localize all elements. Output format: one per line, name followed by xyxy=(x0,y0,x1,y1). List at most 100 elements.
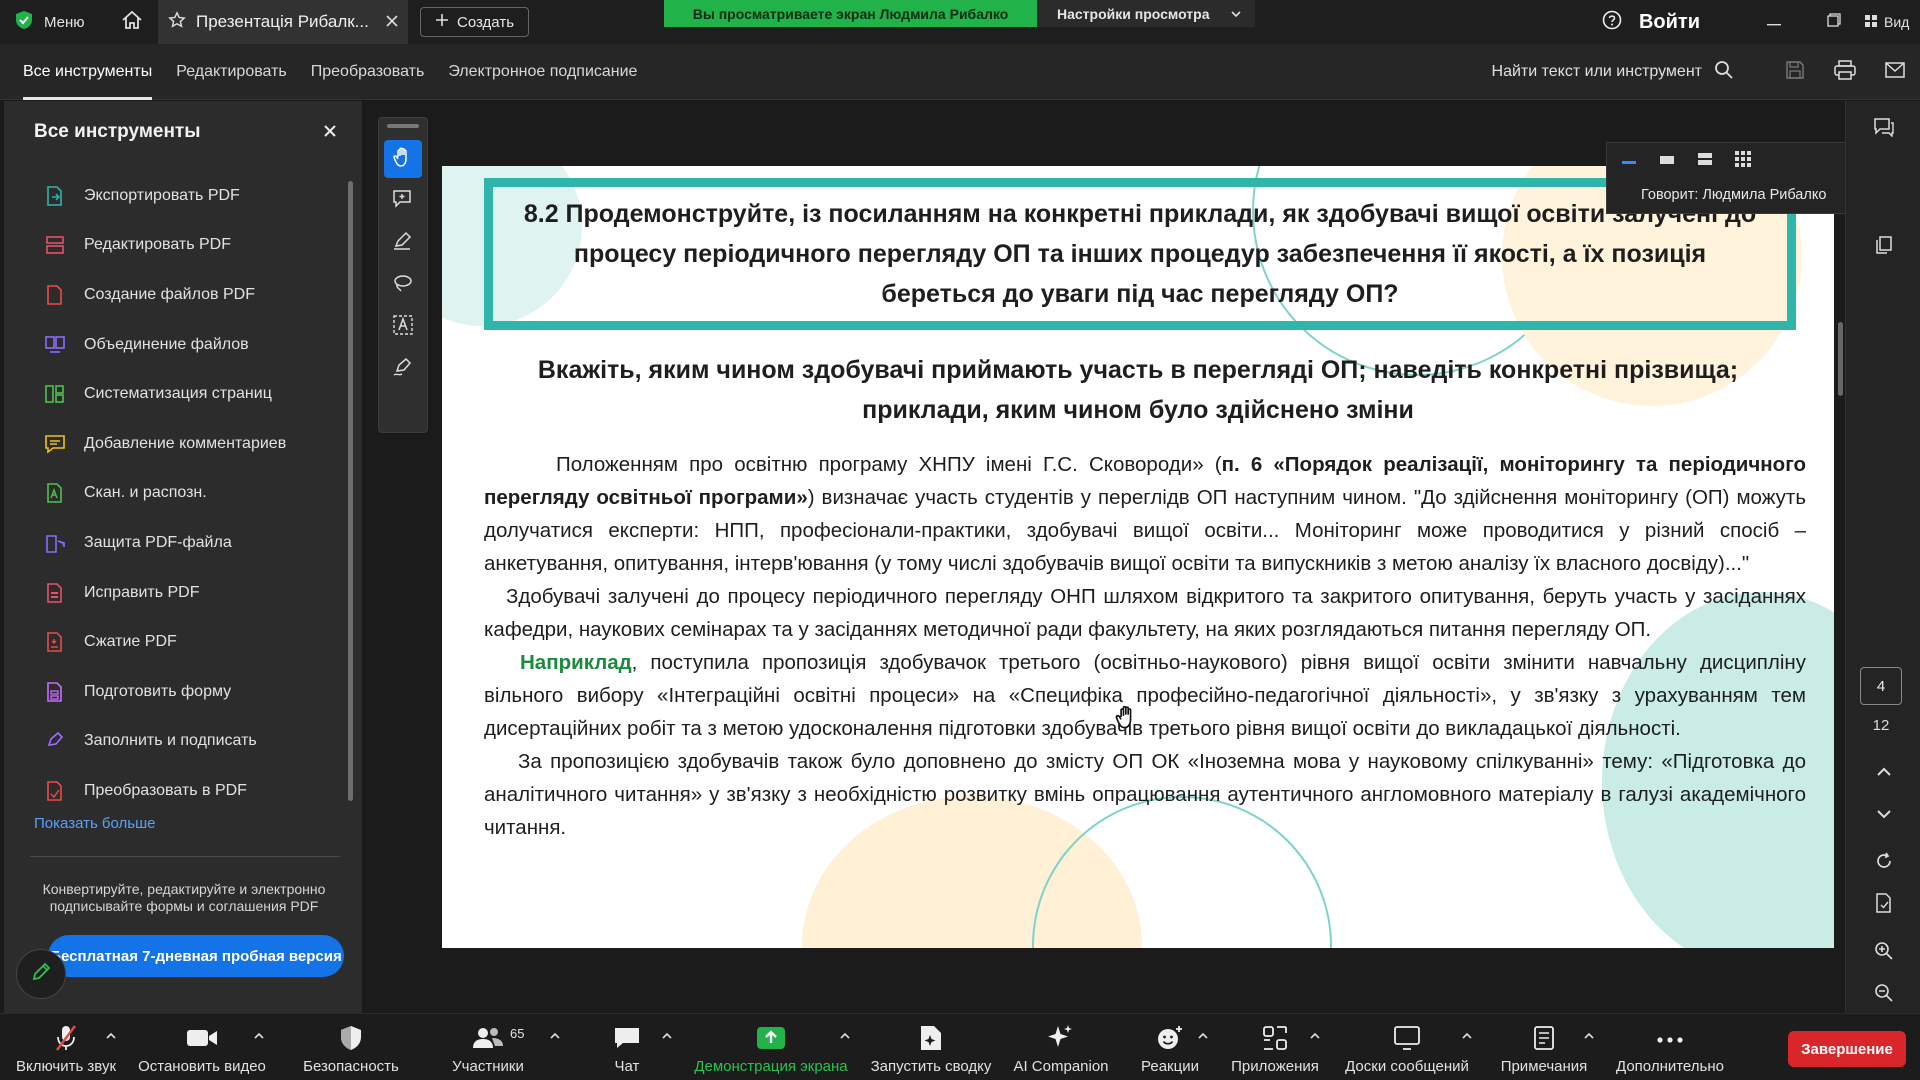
print-icon xyxy=(1834,59,1856,85)
titlebar-right: Войти Вид xyxy=(1597,0,1920,44)
hand-tool-button[interactable] xyxy=(384,140,422,178)
tool-item[interactable]: Исправить PDF xyxy=(44,568,344,618)
participants-button[interactable]: Участники xyxy=(440,1014,536,1080)
pdf-page[interactable]: 8.2 Продемонструйте, із посиланням на ко… xyxy=(442,166,1834,948)
export-page-button[interactable] xyxy=(1864,885,1904,925)
home-icon xyxy=(121,9,143,36)
whiteboards-button[interactable]: Доски сообщений xyxy=(1340,1014,1474,1080)
video-options-caret[interactable] xyxy=(252,1028,266,1042)
share-banner: Вы просматриваете экран Людмила Рибалко … xyxy=(664,0,1255,27)
previous-page-button[interactable] xyxy=(1864,753,1904,793)
view-mode-speaker[interactable] xyxy=(1655,149,1679,173)
view-settings-button[interactable]: Настройки просмотра xyxy=(1037,0,1255,27)
tool-item[interactable]: Сжатие PDF xyxy=(44,617,344,667)
shield-check-icon xyxy=(14,10,34,34)
print-button[interactable] xyxy=(1820,44,1870,100)
participants-label: Участники xyxy=(452,1058,524,1075)
lasso-button[interactable] xyxy=(384,266,422,304)
view-button[interactable]: Вид xyxy=(1864,14,1920,31)
redact-icon xyxy=(44,582,66,604)
tool-item[interactable]: Подготовить форму xyxy=(44,667,344,717)
text-box-button[interactable] xyxy=(384,308,422,346)
email-button[interactable] xyxy=(1870,44,1920,100)
tool-item[interactable]: Систематизация страниц xyxy=(44,369,344,419)
apps-button[interactable]: Приложения xyxy=(1228,1014,1322,1080)
save-button[interactable] xyxy=(1770,44,1820,100)
close-tab-icon[interactable] xyxy=(386,12,398,32)
close-panel-button[interactable] xyxy=(320,123,340,143)
annotate-button[interactable] xyxy=(16,949,66,999)
tool-item[interactable]: Добавление комментариев xyxy=(44,419,344,469)
strip-view-icon xyxy=(1696,151,1714,172)
whiteboards-options-caret[interactable] xyxy=(1460,1028,1474,1042)
meeting-controls-bar: Включить звук Остановить видео Безопасно… xyxy=(0,1013,1920,1080)
ai-companion-button[interactable]: AI Companion xyxy=(1008,1014,1114,1080)
end-meeting-button[interactable]: Завершение xyxy=(1788,1031,1906,1067)
stop-video-button[interactable]: Остановить видео xyxy=(134,1014,270,1080)
tool-item[interactable]: Заполнить и подписать xyxy=(44,717,344,767)
highlight-button[interactable] xyxy=(384,224,422,262)
tool-item[interactable]: Скан. и распозн. xyxy=(44,469,344,519)
tool-item[interactable]: Создание файлов PDF xyxy=(44,270,344,320)
share-screen-button[interactable]: Демонстрация экрана xyxy=(690,1014,852,1080)
more-button[interactable]: Дополнительно xyxy=(1608,1014,1732,1080)
minimize-button[interactable] xyxy=(1744,0,1804,44)
start-summary-button[interactable]: Запустить сводку xyxy=(866,1014,996,1080)
sign-button[interactable] xyxy=(384,350,422,388)
tool-item[interactable]: Редактировать PDF xyxy=(44,221,344,271)
fill-sign-icon xyxy=(44,730,66,752)
document-tab[interactable]: Презентація Рибалк... xyxy=(158,0,408,44)
notes-button[interactable]: Примечания xyxy=(1494,1014,1594,1080)
text-box-icon xyxy=(392,314,414,341)
audio-options-caret[interactable] xyxy=(104,1028,118,1042)
tab-all-tools[interactable]: Все инструменты xyxy=(11,44,164,100)
reactions-options-caret[interactable] xyxy=(1196,1028,1210,1042)
rotate-button[interactable] xyxy=(1864,843,1904,883)
tab-e-sign[interactable]: Электронное подписание xyxy=(436,44,649,100)
tab-edit[interactable]: Редактировать xyxy=(164,44,299,100)
tool-item[interactable]: Объединение файлов xyxy=(44,320,344,370)
share-options-caret[interactable] xyxy=(838,1028,852,1042)
tool-item[interactable]: Экспортировать PDF xyxy=(44,171,344,221)
page-thumbnails-button[interactable] xyxy=(1864,227,1904,267)
tool-item-label: Скан. и распозн. xyxy=(84,484,207,502)
create-button[interactable]: Создать xyxy=(420,7,530,37)
view-mode-minimized[interactable] xyxy=(1617,149,1641,173)
notes-options-caret[interactable] xyxy=(1582,1028,1596,1042)
home-button[interactable] xyxy=(106,0,158,44)
reactions-button[interactable]: Реакции xyxy=(1132,1014,1208,1080)
chat-button[interactable]: Чат xyxy=(600,1014,654,1080)
mail-icon xyxy=(1885,61,1905,83)
tool-item[interactable]: Защита PDF-файла xyxy=(44,518,344,568)
find-tool-search[interactable]: Найти текст или инструмент xyxy=(1492,60,1734,85)
show-more-link[interactable]: Показать больше xyxy=(34,815,155,832)
participants-options-caret[interactable] xyxy=(548,1028,562,1042)
zoom-out-button[interactable] xyxy=(1864,975,1904,1015)
unmute-button[interactable]: Включить звук xyxy=(10,1014,122,1080)
apps-options-caret[interactable] xyxy=(1308,1028,1322,1042)
drag-handle[interactable] xyxy=(387,124,419,128)
view-mode-gallery[interactable] xyxy=(1731,149,1755,173)
tab-convert[interactable]: Преобразовать xyxy=(299,44,437,100)
tool-item-label: Добавление комментариев xyxy=(84,434,287,452)
security-button[interactable]: Безопасность xyxy=(296,1014,406,1080)
free-trial-button[interactable]: Бесплатная 7-дневная пробная версия xyxy=(48,935,344,977)
document-scrollbar[interactable] xyxy=(1838,322,1843,396)
star-icon[interactable] xyxy=(168,10,186,34)
next-page-button[interactable] xyxy=(1864,795,1904,835)
zoom-in-button[interactable] xyxy=(1864,933,1904,973)
add-comment-button[interactable] xyxy=(384,182,422,220)
restore-button[interactable] xyxy=(1804,0,1864,44)
login-button[interactable]: Войти xyxy=(1639,11,1700,34)
tool-item[interactable]: Преобразовать в PDF xyxy=(44,766,344,816)
view-mode-strip[interactable] xyxy=(1693,149,1717,173)
create-pdf-icon xyxy=(44,284,66,306)
participants-count: 65 xyxy=(510,1026,525,1041)
menu-button[interactable]: Меню xyxy=(0,0,106,44)
gallery-view-icon xyxy=(1734,150,1752,173)
current-page-field[interactable]: 4 xyxy=(1860,667,1902,705)
comments-panel-button[interactable] xyxy=(1864,109,1904,149)
chat-options-caret[interactable] xyxy=(660,1028,674,1042)
help-button[interactable] xyxy=(1597,0,1627,44)
panel-scrollbar[interactable] xyxy=(348,181,353,801)
